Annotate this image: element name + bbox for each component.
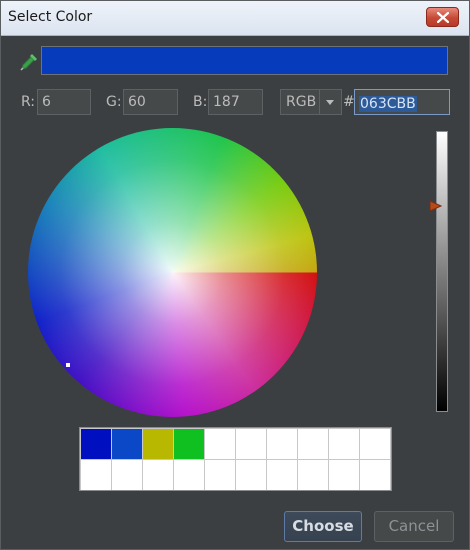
choose-button[interactable]: Choose bbox=[284, 511, 362, 542]
color-swatch[interactable] bbox=[174, 460, 204, 490]
red-label: R: bbox=[21, 94, 36, 110]
color-swatch[interactable] bbox=[205, 460, 235, 490]
color-swatch[interactable] bbox=[236, 460, 266, 490]
recent-colors-palette bbox=[79, 427, 392, 491]
color-swatch[interactable] bbox=[112, 460, 142, 490]
color-swatch[interactable] bbox=[360, 429, 390, 459]
color-swatch[interactable] bbox=[329, 460, 359, 490]
color-swatch[interactable] bbox=[81, 460, 111, 490]
blue-label: B: bbox=[193, 94, 208, 110]
color-swatch[interactable] bbox=[143, 429, 173, 459]
color-swatch[interactable] bbox=[236, 429, 266, 459]
color-swatch[interactable] bbox=[360, 460, 390, 490]
color-swatch[interactable] bbox=[112, 429, 142, 459]
slider-thumb-icon[interactable] bbox=[429, 200, 442, 212]
green-label: G: bbox=[106, 94, 122, 110]
color-swatch[interactable] bbox=[267, 429, 297, 459]
brightness-slider[interactable] bbox=[436, 131, 448, 412]
green-input[interactable]: 60 bbox=[123, 89, 178, 115]
dropdown-divider bbox=[319, 90, 320, 114]
color-swatch[interactable] bbox=[205, 429, 235, 459]
hex-value: 063CBB bbox=[359, 96, 417, 112]
color-preview bbox=[41, 46, 448, 75]
color-swatch[interactable] bbox=[143, 460, 173, 490]
hex-input[interactable]: 063CBB bbox=[354, 89, 450, 115]
color-mode-value: RGB bbox=[286, 94, 317, 110]
color-swatch[interactable] bbox=[81, 429, 111, 459]
color-wheel-saturation bbox=[28, 128, 317, 417]
red-input[interactable]: 6 bbox=[37, 89, 91, 115]
select-color-dialog: Select Color R: 6 G: 60 B: 187 RGB # 063… bbox=[0, 0, 470, 550]
color-swatch[interactable] bbox=[267, 460, 297, 490]
color-wheel[interactable] bbox=[28, 128, 317, 417]
color-swatch[interactable] bbox=[298, 460, 328, 490]
color-mode-dropdown[interactable]: RGB bbox=[280, 89, 342, 115]
color-wheel-marker[interactable] bbox=[66, 363, 70, 367]
hex-prefix: # bbox=[343, 94, 355, 110]
close-button[interactable] bbox=[426, 7, 459, 27]
color-swatch[interactable] bbox=[174, 429, 204, 459]
dialog-title: Select Color bbox=[8, 9, 93, 25]
chevron-down-icon bbox=[326, 100, 334, 105]
blue-input[interactable]: 187 bbox=[208, 89, 263, 115]
close-icon bbox=[437, 12, 449, 23]
title-bar[interactable]: Select Color bbox=[1, 1, 469, 36]
color-swatch[interactable] bbox=[329, 429, 359, 459]
eyedropper-icon[interactable] bbox=[19, 52, 39, 72]
color-swatch[interactable] bbox=[298, 429, 328, 459]
cancel-button[interactable]: Cancel bbox=[374, 511, 454, 542]
